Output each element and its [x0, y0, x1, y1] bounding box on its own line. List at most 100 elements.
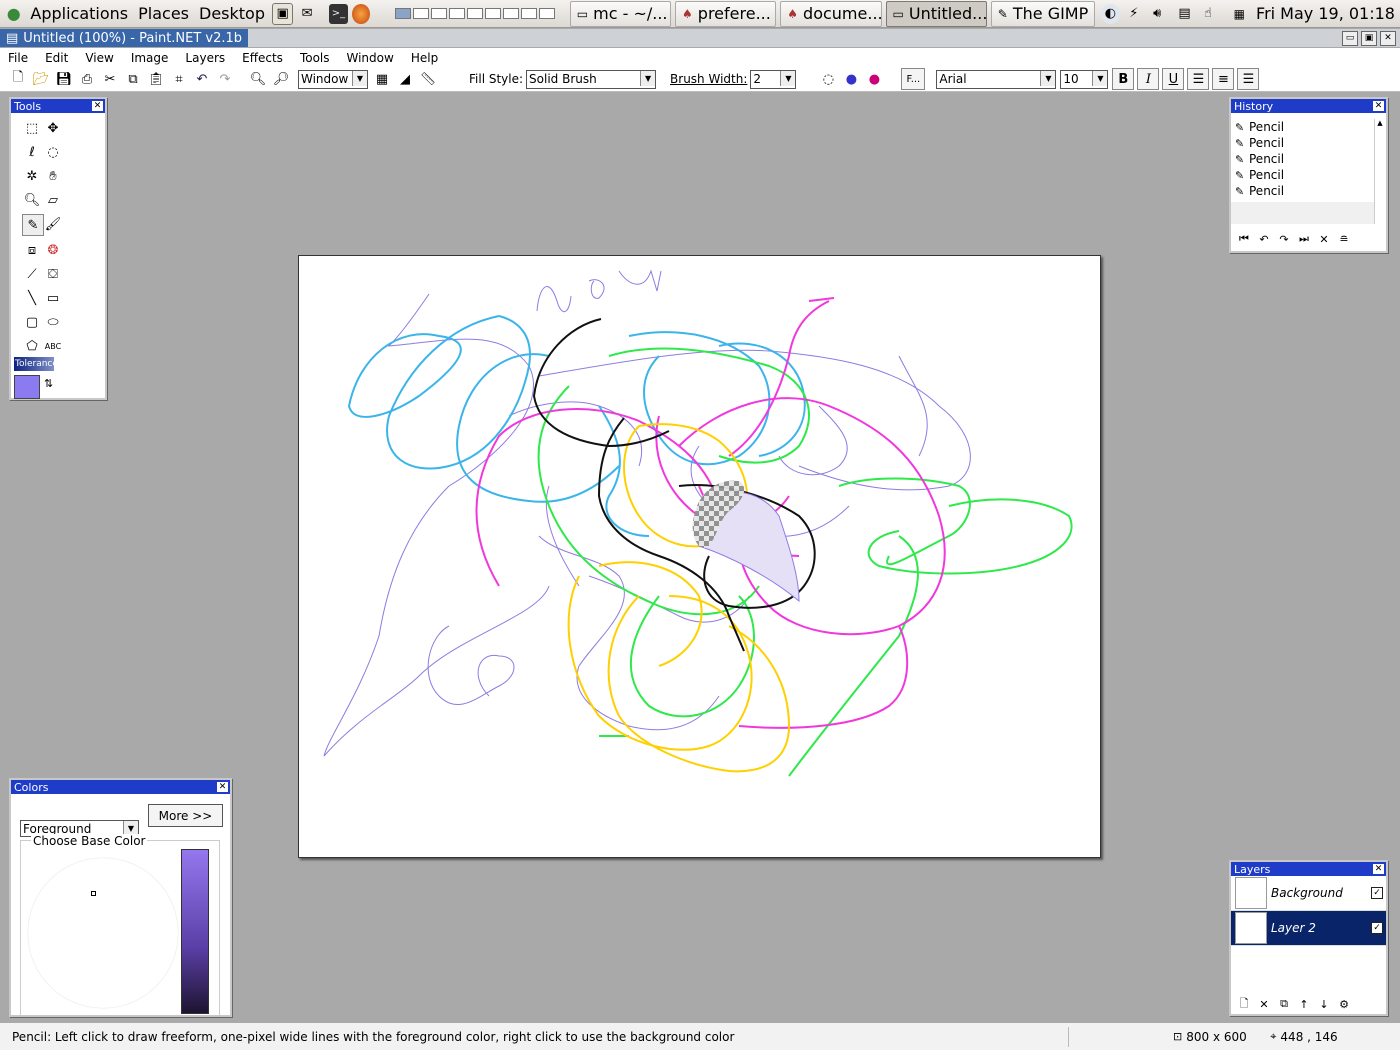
tools-panel-header[interactable]: Tools ✕ — [11, 99, 105, 113]
delete-history-icon[interactable]: ✕ — [1315, 233, 1333, 246]
more-colors-button[interactable]: More >> — [148, 804, 223, 827]
network-icon[interactable]: ▤ — [1175, 4, 1194, 24]
colors-panel-header[interactable]: Colors ✕ — [11, 780, 230, 794]
recolor-icon[interactable]: ❂ — [43, 240, 63, 260]
taskbar-item-preferences[interactable]: ♠ prefere... — [675, 0, 777, 27]
clock[interactable]: Fri May 19, 01:18 — [1251, 0, 1400, 28]
workspace-7[interactable] — [502, 8, 519, 19]
flatten-history-icon[interactable]: ≘ — [1335, 233, 1353, 246]
taskbar-item-untitled[interactable]: ▭ Untitled... — [885, 0, 987, 27]
chevron-down-icon[interactable]: ▼ — [1092, 70, 1108, 86]
freeform-shape-icon[interactable]: ⬠ — [22, 336, 42, 356]
menu-window[interactable]: Window — [347, 51, 394, 65]
calendar-icon[interactable]: ▦ — [1230, 4, 1249, 24]
layer-properties-icon[interactable]: ⚙ — [1335, 998, 1353, 1011]
close-icon[interactable]: ✕ — [92, 101, 103, 111]
weather-icon[interactable]: ◐ — [1100, 3, 1121, 24]
underline-button[interactable]: U — [1162, 68, 1185, 90]
antialias-icon[interactable]: ◢ — [395, 69, 415, 89]
history-scrollbar[interactable]: ▲ — [1374, 119, 1385, 224]
menu-help[interactable]: Help — [411, 51, 438, 65]
screenshot-launcher-icon[interactable]: ▣ — [271, 2, 294, 25]
swap-colors-icon[interactable]: ⇅ — [44, 377, 58, 391]
menu-file[interactable]: File — [8, 51, 28, 65]
history-horizontal-scrollbar[interactable] — [1231, 202, 1374, 224]
paintbrush-icon[interactable]: 🖌︎ — [43, 214, 63, 234]
history-item[interactable]: ✎ Pencil — [1231, 167, 1373, 183]
close-icon[interactable]: ✕ — [1373, 101, 1384, 111]
history-item[interactable]: ✎ Pencil — [1231, 151, 1373, 167]
rectangle-select-icon[interactable]: ⬚ — [22, 118, 42, 138]
pencil-icon[interactable]: ✎ — [22, 214, 44, 236]
new-icon[interactable]: 🗋 — [8, 69, 28, 89]
firefox-launcher-icon[interactable] — [352, 3, 370, 24]
cut-icon[interactable]: ✂ — [100, 69, 120, 89]
volume-icon[interactable]: 🔊︎ — [1147, 4, 1166, 24]
layer-row-background[interactable]: Background ✓ — [1231, 876, 1386, 911]
maximize-button[interactable]: ▣ — [1361, 30, 1377, 46]
move-layer-up-icon[interactable]: ↑ — [1295, 998, 1313, 1011]
fill-style-select[interactable]: Solid Brush ▼ — [526, 69, 657, 89]
blend-mode-icon[interactable]: ● — [864, 69, 884, 89]
workspace-8[interactable] — [520, 8, 537, 19]
brush-width-select[interactable]: 2 ▼ — [750, 69, 797, 89]
workspace-4[interactable] — [448, 8, 465, 19]
align-right-icon[interactable]: ☰ — [1237, 68, 1260, 90]
restore-button[interactable]: ▭ — [1342, 30, 1358, 46]
ellipse-select-icon[interactable]: ◌ — [43, 142, 63, 162]
alpha-blend-icon[interactable]: ● — [841, 69, 861, 89]
zoom-in-icon[interactable]: 🔍︎ — [248, 69, 268, 89]
window-titlebar[interactable]: ▤ Untitled (100%) - Paint.NET v2.1b ▭ ▣ … — [0, 29, 1400, 47]
chevron-down-icon[interactable]: ▼ — [640, 70, 656, 86]
grid-icon[interactable]: ▦ — [372, 69, 392, 89]
redo-icon[interactable]: ↷ — [215, 69, 235, 89]
undo-icon[interactable]: ↶ — [192, 69, 212, 89]
update-notifier-icon[interactable]: ☝ — [1198, 4, 1217, 24]
layer-row-layer-2[interactable]: Layer 2 ✓ — [1231, 911, 1386, 946]
redo-icon[interactable]: ↷ — [1275, 233, 1293, 246]
align-center-icon[interactable]: ≡ — [1212, 68, 1235, 90]
color-picker-icon[interactable]: ⟋ — [22, 264, 42, 284]
font-button[interactable]: F... — [901, 68, 926, 90]
paint-bucket-icon[interactable]: ⛋ — [43, 264, 63, 284]
layer-visibility-checkbox[interactable]: ✓ — [1371, 887, 1383, 899]
zoom-out-icon[interactable]: 🔎︎ — [271, 69, 291, 89]
font-size-select[interactable]: 10 ▼ — [1060, 69, 1109, 89]
workspace-6[interactable] — [484, 8, 501, 19]
rewind-icon[interactable]: ⏮︎ — [1235, 232, 1253, 246]
chevron-down-icon[interactable]: ▼ — [1040, 70, 1056, 86]
workspace-3[interactable] — [430, 8, 447, 19]
history-list[interactable]: ✎ Pencil ✎ Pencil ✎ Pencil ✎ Pencil ✎ Pencil — [1231, 119, 1373, 202]
layers-panel-header[interactable]: Layers ✕ — [1231, 862, 1386, 876]
taskbar-item-gimp[interactable]: ✎ The GIMP — [990, 0, 1095, 27]
delete-layer-icon[interactable]: ✕ — [1255, 998, 1273, 1011]
taskbar-item-mc[interactable]: ▭ mc - ~/... — [569, 0, 672, 27]
history-item[interactable]: ✎ Pencil — [1231, 135, 1373, 151]
terminal-launcher-icon[interactable]: >_ — [328, 3, 349, 24]
menu-layers[interactable]: Layers — [185, 51, 225, 65]
history-item[interactable]: ✎ Pencil — [1231, 183, 1373, 199]
workspace-2[interactable] — [412, 8, 429, 19]
primary-color-swatch[interactable] — [14, 375, 40, 399]
close-button[interactable]: ✕ — [1380, 30, 1396, 46]
places-menu[interactable]: Places — [133, 0, 194, 28]
workspace-5[interactable] — [466, 8, 483, 19]
clone-stamp-icon[interactable]: ⧈ — [22, 240, 42, 260]
lasso-select-icon[interactable]: ℓ — [22, 142, 42, 162]
desktop-menu[interactable]: Desktop — [194, 0, 270, 28]
magic-wand-icon[interactable]: ✲ — [22, 166, 42, 186]
italic-button[interactable]: I — [1137, 68, 1160, 90]
close-icon[interactable]: ✕ — [217, 782, 228, 792]
zoom-select[interactable]: Window ▼ — [298, 69, 368, 89]
crop-icon[interactable]: ⌗ — [169, 69, 189, 89]
menu-view[interactable]: View — [85, 51, 113, 65]
close-icon[interactable]: ✕ — [1373, 864, 1384, 874]
tolerance-indicator[interactable]: Tolerance — [14, 357, 58, 371]
ruler-icon[interactable]: 📏︎ — [418, 69, 438, 89]
color-brightness-slider[interactable] — [181, 849, 209, 1014]
gnome-foot-icon[interactable]: ● — [4, 4, 23, 24]
color-wheel[interactable] — [28, 858, 178, 1008]
print-icon[interactable]: ⎙ — [77, 69, 97, 89]
eraser-icon[interactable]: ▱ — [43, 190, 63, 210]
open-icon[interactable]: 📂︎ — [31, 69, 51, 89]
